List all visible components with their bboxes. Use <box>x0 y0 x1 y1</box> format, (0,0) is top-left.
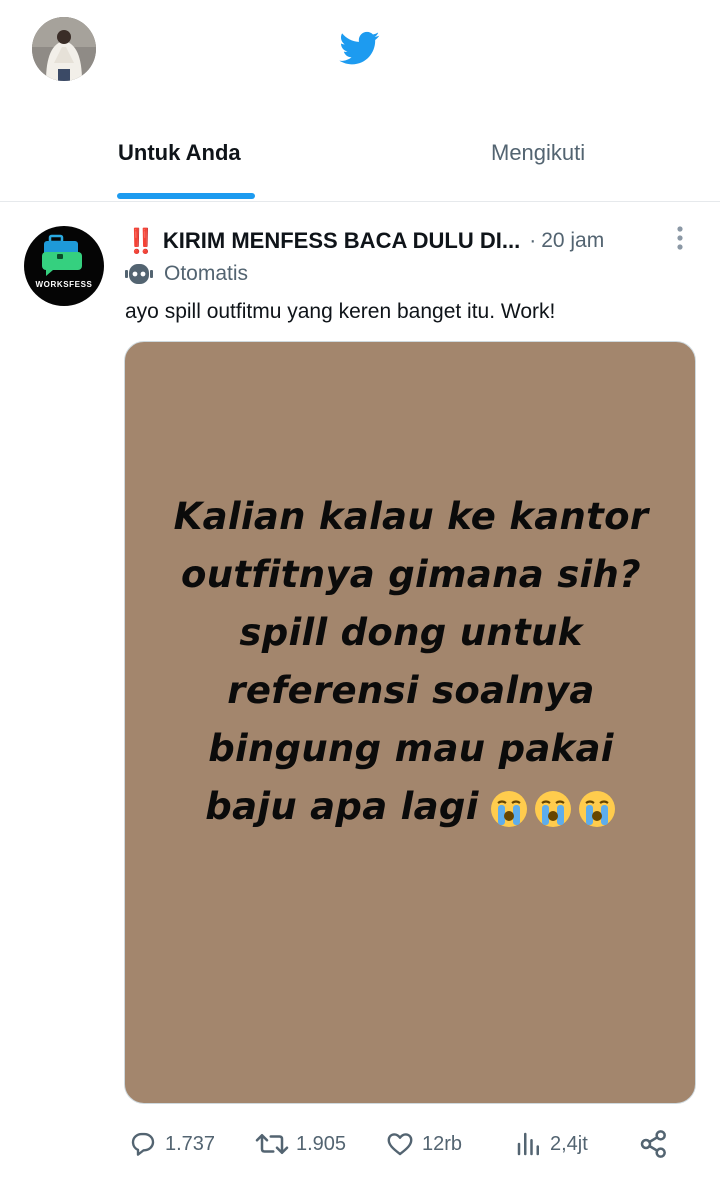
active-tab-indicator <box>117 193 255 199</box>
media-line: outfitnya gimana sih? <box>181 553 641 596</box>
heart-icon <box>387 1133 413 1156</box>
automated-account-row: Otomatis <box>124 260 248 288</box>
twitter-bird-icon[interactable] <box>337 28 383 68</box>
top-bar <box>0 0 720 100</box>
media-line: bingung mau pakai <box>208 727 614 770</box>
views-chart-icon <box>517 1132 539 1156</box>
tab-for-you[interactable]: Untuk Anda <box>118 140 241 166</box>
media-last-line: baju apa lagi <box>125 778 695 836</box>
tweet-text: ayo spill outfitmu yang keren banget itu… <box>125 300 556 323</box>
views-button[interactable]: 2,4jt <box>514 1127 588 1161</box>
author-display-name[interactable]: KIRIM MENFESS BACA DULU DI... <box>163 228 520 254</box>
robot-icon <box>125 264 153 284</box>
double-exclamation-icon: ‼️ <box>126 227 156 255</box>
reply-count: 1.737 <box>165 1132 216 1155</box>
automated-label: Otomatis <box>164 262 249 285</box>
crying-face-icon <box>578 790 615 827</box>
profile-avatar[interactable] <box>32 17 96 81</box>
tweet-actions: 1.737 1.905 12rb 2,4jt <box>0 1121 720 1171</box>
media-line: baju apa lagi <box>205 785 479 828</box>
crying-face-icon <box>534 790 571 827</box>
retweet-count: 1.905 <box>296 1132 347 1155</box>
crying-face-icon <box>490 790 527 827</box>
view-count: 2,4jt <box>550 1132 588 1155</box>
tweet-media-image[interactable]: Kalian kalau ke kantor outfitnya gimana … <box>124 341 696 1104</box>
tweet-header: ‼️ KIRIM MENFESS BACA DULU DI... · 20 ja… <box>126 225 604 257</box>
separator-dot: · <box>529 229 537 252</box>
reply-icon <box>131 1132 155 1156</box>
tweet-timestamp[interactable]: 20 jam <box>541 229 604 253</box>
media-line: Kalian kalau ke kantor <box>173 495 649 538</box>
tab-following[interactable]: Mengikuti <box>491 140 585 166</box>
retweet-icon <box>255 1134 289 1154</box>
more-options-icon[interactable] <box>670 225 690 251</box>
emoji-group <box>485 789 617 829</box>
reply-button[interactable]: 1.737 <box>127 1127 215 1161</box>
briefcase-chat-icon <box>42 234 82 276</box>
media-line: referensi soalnya <box>227 669 595 712</box>
like-count: 12rb <box>422 1132 463 1155</box>
like-button[interactable]: 12rb <box>384 1127 462 1161</box>
media-caption: Kalian kalau ke kantor outfitnya gimana … <box>125 488 695 836</box>
share-icon <box>640 1130 666 1158</box>
avatar-label: WORKSFESS <box>35 280 93 289</box>
media-line: spill dong untuk <box>239 611 583 654</box>
share-button[interactable] <box>638 1127 676 1161</box>
timeline-tabs: Untuk Anda Mengikuti <box>0 110 720 202</box>
tweet[interactable]: WORKSFESS ‼️ KIRIM MENFESS BACA DULU DI.… <box>0 203 720 1183</box>
author-avatar[interactable]: WORKSFESS <box>24 226 104 306</box>
retweet-button[interactable]: 1.905 <box>254 1127 346 1161</box>
